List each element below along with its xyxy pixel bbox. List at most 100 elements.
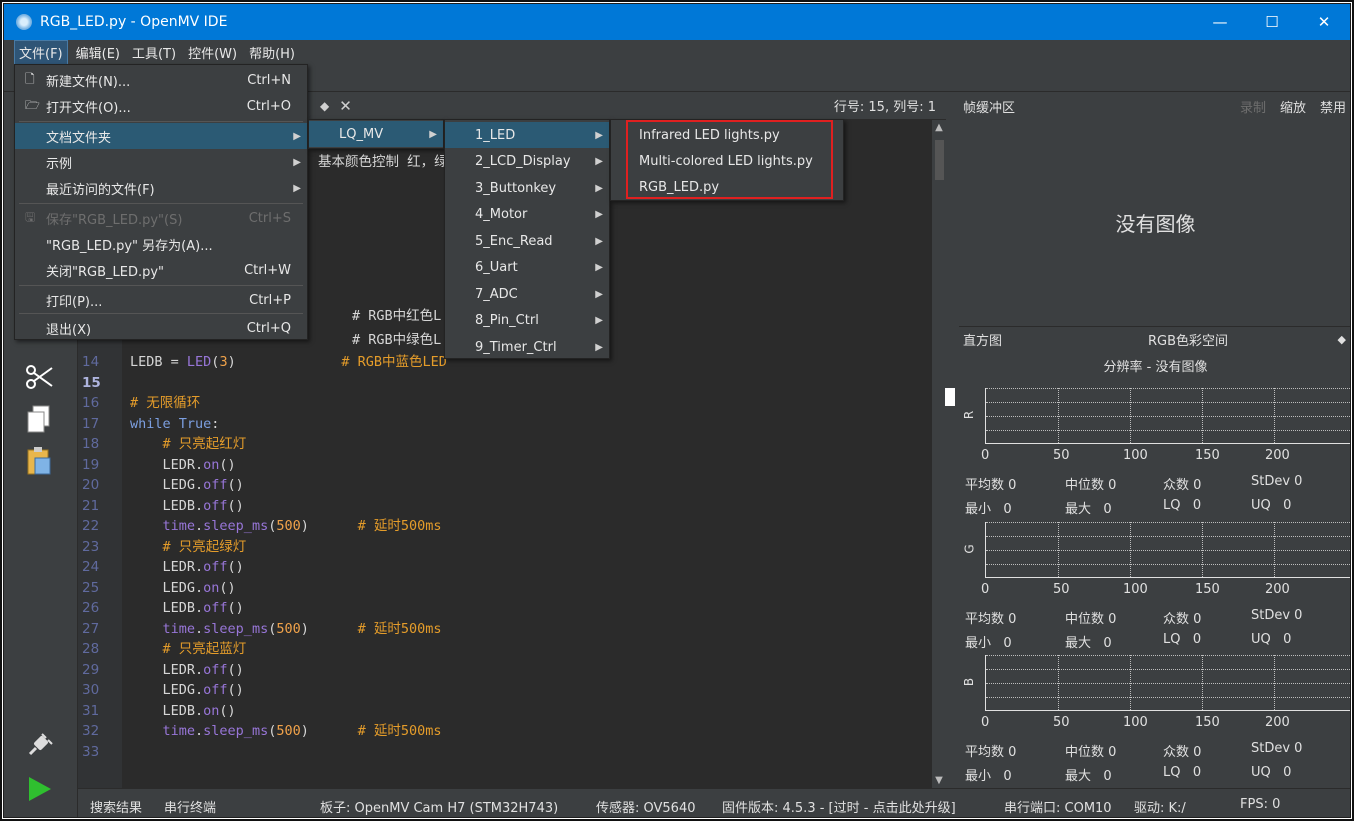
axis-tick-label: 50 [1053, 715, 1070, 730]
splitter-handle[interactable] [945, 388, 955, 406]
code-line[interactable]: 24 LEDR.off() [78, 557, 946, 577]
submenu-item-5-enc-read[interactable]: 5_Enc_Read ▶ [445, 228, 609, 254]
scroll-thumb[interactable] [935, 140, 944, 180]
line-number: 24 [82, 559, 100, 575]
submenu-arrow-icon: ▶ [595, 235, 603, 247]
menu-file[interactable]: 文件(F) [14, 39, 68, 65]
histogram-b: B 0 50 100 150 200 平均数 0 中位数 0 众数 0 StDev 0 最小 0 最大… [959, 647, 1350, 784]
close-file-icon[interactable]: ✕ [339, 97, 352, 115]
colorspace-select[interactable]: RGB色彩空间 [1148, 330, 1228, 349]
menu-item-open-file[interactable]: 🗁 打开文件(O)... Ctrl+O [15, 93, 307, 119]
window-title: RGB_LED.py - OpenMV IDE [40, 14, 228, 30]
histogram-stat: LQ 0 [1163, 498, 1202, 513]
code-line[interactable]: 18 # 只亮起红灯 [78, 434, 946, 454]
submenu-item-2-lcd-display[interactable]: 2_LCD_Display ▶ [445, 149, 609, 175]
maximize-button[interactable]: ☐ [1246, 4, 1298, 40]
connect-plug-icon[interactable] [22, 728, 56, 762]
paste-icon[interactable] [22, 444, 56, 478]
cut-icon[interactable] [22, 360, 56, 394]
histogram-stat: 平均数 0 [965, 478, 1017, 493]
code-line[interactable]: 23 # 只亮起绿灯 [78, 537, 946, 557]
axis-tick-label: 200 [1265, 715, 1290, 730]
code-line[interactable]: 19 LEDR.on() [78, 455, 946, 475]
colorspace-dropdown-icon[interactable]: ◆ [1338, 333, 1346, 346]
histogram-stat: 平均数 0 [965, 612, 1017, 627]
menu-item-save[interactable]: 🖫 保存"RGB_LED.py"(S) Ctrl+S [15, 205, 307, 231]
histogram-stat: 中位数 0 [1065, 612, 1117, 627]
no-image-text: 没有图像 [1115, 211, 1196, 236]
axis-tick-label: 150 [1195, 582, 1220, 597]
code-line[interactable]: 29 LEDR.off() [78, 660, 946, 680]
disable-button[interactable]: 禁用 [1320, 97, 1346, 116]
close-button[interactable]: ✕ [1298, 4, 1350, 40]
code-line[interactable]: 27 time.sleep_ms(500) # 延时500ms [78, 619, 946, 639]
histogram-plot [985, 655, 1350, 711]
lq-mv-submenu: 1_LED ▶ 2_LCD_Display ▶ 3_Buttonkey ▶ 4_Motor ▶… [444, 119, 610, 359]
submenu-item-lq-mv[interactable]: LQ_MV ▶ [309, 121, 443, 147]
submenu-item-6-uart[interactable]: 6_Uart ▶ [445, 255, 609, 281]
minimize-button[interactable]: — [1194, 4, 1246, 40]
code-line[interactable]: 30 LEDG.off() [78, 680, 946, 700]
menu-tools[interactable]: 工具(T) [128, 41, 180, 64]
code-line[interactable]: 31 LEDB.on() [78, 701, 946, 721]
submenu-item-1-led[interactable]: 1_LED ▶ [445, 122, 609, 148]
line-number: 33 [82, 743, 100, 760]
histogram-stat: 最大 0 [1065, 769, 1112, 784]
menu-item-close[interactable]: 关闭"RGB_LED.py" Ctrl+W [15, 257, 307, 283]
code-line[interactable]: 26 LEDB.off() [78, 598, 946, 618]
code-line[interactable]: 21 LEDB.off() [78, 496, 946, 516]
file-switch-arrows-icon[interactable]: ◆ [320, 99, 329, 113]
firmware-info[interactable]: 固件版本: 4.5.3 - [过时 - 点击此处升级] [722, 797, 956, 816]
submenu-item-9-timer-ctrl[interactable]: 9_Timer_Ctrl ▶ [445, 334, 609, 360]
scroll-down-icon[interactable]: ▼ [932, 775, 946, 786]
copy-icon[interactable] [22, 402, 56, 436]
editor-scrollbar[interactable]: ▲ ▼ [932, 120, 946, 788]
code-line[interactable]: 25 LEDG.on() [78, 578, 946, 598]
menu-item-new-file[interactable]: 🗋 新建文件(N)... Ctrl+N [15, 67, 307, 93]
code-line[interactable]: 16 # 无限循环 [78, 393, 946, 413]
menu-item-save-as[interactable]: "RGB_LED.py" 另存为(A)... [15, 231, 307, 257]
submenu-item-multicolor-led[interactable]: Multi-colored LED lights.py [611, 148, 843, 174]
code-line[interactable]: 22 time.sleep_ms(500) # 延时500ms [78, 516, 946, 536]
histogram-stat: 最小 0 [965, 769, 1012, 784]
submenu-item-8-pin-ctrl[interactable]: 8_Pin_Ctrl ▶ [445, 308, 609, 334]
menu-help[interactable]: 帮助(H) [245, 41, 299, 64]
code-line[interactable]: 15 [78, 373, 946, 393]
code-line[interactable]: 20 LEDG.off() [78, 475, 946, 495]
serial-terminal-tab[interactable]: 串行终端 [164, 797, 216, 816]
submenu-item-7-adc[interactable]: 7_ADC ▶ [445, 281, 609, 307]
histogram-stat: 中位数 0 [1065, 745, 1117, 760]
scroll-up-icon[interactable]: ▲ [932, 122, 946, 133]
run-play-icon[interactable] [22, 772, 56, 806]
code-line[interactable]: 32 time.sleep_ms(500) # 延时500ms [78, 721, 946, 741]
menu-widgets[interactable]: 控件(W) [184, 41, 241, 64]
drive-info[interactable]: 驱动: K:/ [1134, 797, 1186, 816]
histogram-resolution: 分辨率 - 没有图像 [1103, 360, 1208, 375]
menu-item-print[interactable]: 打印(P)... Ctrl+P [15, 287, 307, 313]
menu-item-documents-folder[interactable]: 文档文件夹 ▶ [15, 123, 307, 149]
submenu-item-3-buttonkey[interactable]: 3_Buttonkey ▶ [445, 175, 609, 201]
serial-port-info[interactable]: 串行端口: COM10 [1004, 797, 1112, 816]
code-line[interactable]: 17 while True: [78, 414, 946, 434]
code-text: LEDB.off() [130, 600, 244, 616]
histogram-stat: 平均数 0 [965, 745, 1017, 760]
submenu-item-4-motor[interactable]: 4_Motor ▶ [445, 202, 609, 228]
menu-edit[interactable]: 编辑(E) [72, 41, 124, 64]
menu-item-recent-files[interactable]: 最近访问的文件(F) ▶ [15, 175, 307, 201]
record-button[interactable]: 录制 [1240, 97, 1266, 116]
line-number: 31 [82, 702, 100, 719]
line-number: 18 [82, 436, 100, 452]
submenu-item-infrared-led[interactable]: Infrared LED lights.py [611, 122, 843, 148]
board-info[interactable]: 板子: OpenMV Cam H7 (STM32H743) [320, 797, 558, 816]
menu-item-examples[interactable]: 示例 ▶ [15, 149, 307, 175]
zoom-button[interactable]: 缩放 [1280, 97, 1306, 116]
code-line[interactable]: 28 # 只亮起蓝灯 [78, 639, 946, 659]
code-text: while True: [130, 415, 220, 432]
menu-item-exit[interactable]: 退出(X) Ctrl+Q [15, 315, 307, 341]
line-number: 25 [82, 579, 100, 596]
search-results-tab[interactable]: 搜索结果 [90, 797, 142, 816]
code-line[interactable]: 33 [78, 742, 946, 762]
cursor-position: 行号: 15, 列号: 1 [833, 100, 936, 115]
channel-label: G [962, 544, 977, 554]
submenu-item-rgb-led[interactable]: RGB_LED.py [611, 174, 843, 200]
